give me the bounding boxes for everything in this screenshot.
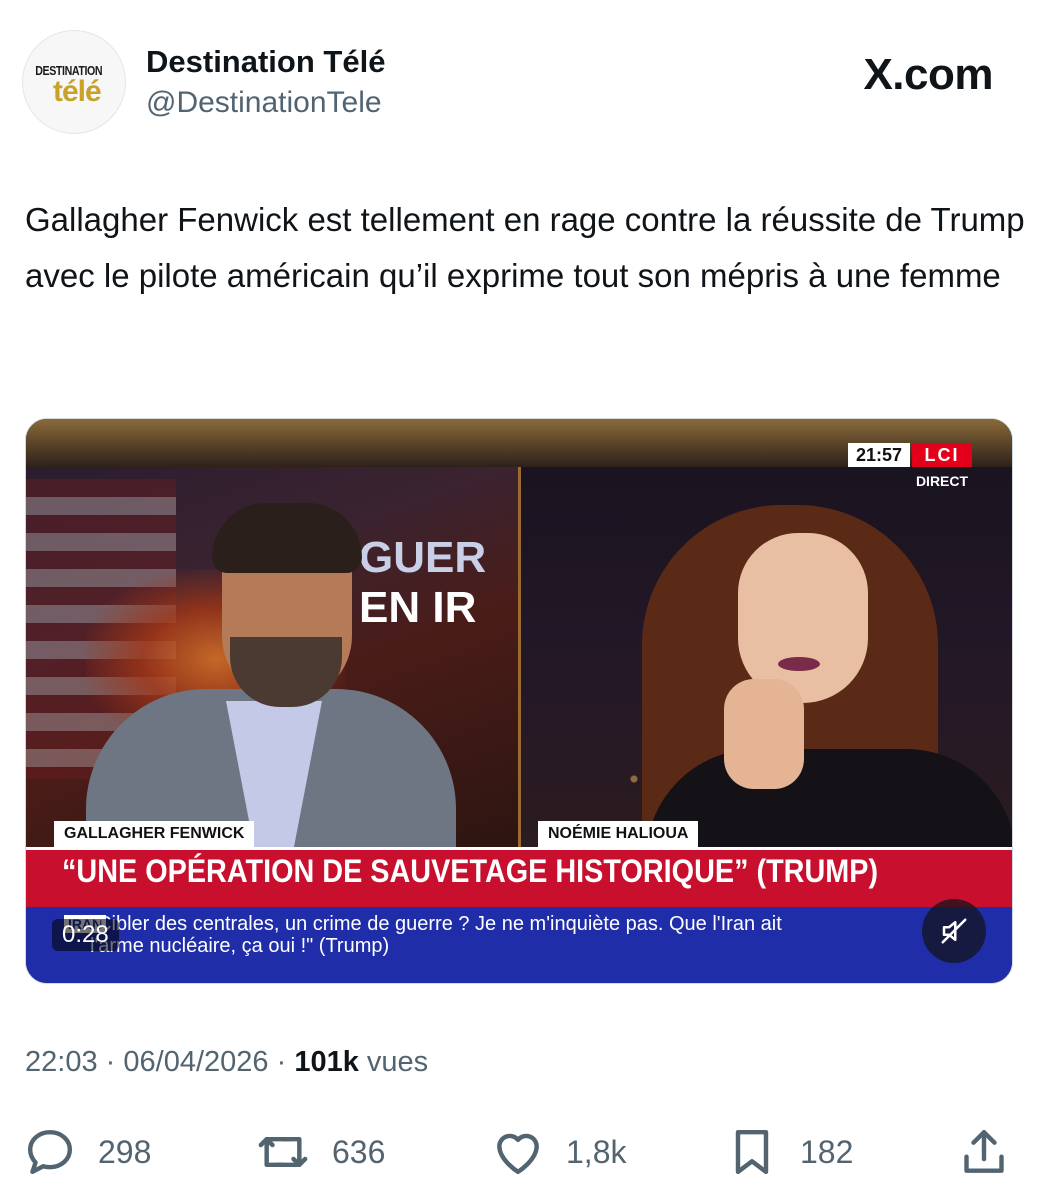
views-label: vues <box>366 1046 429 1078</box>
subtitle-text: "Cibler des centrales, un crime de guerr… <box>90 913 782 957</box>
video-player[interactable]: GUER EN IR 21:57 LCI DIRECT GALLAGHER FE… <box>25 418 1013 984</box>
name-tag-right: NOÉMIE HALIOUA <box>538 821 699 847</box>
bookmark-count: 182 <box>800 1133 854 1170</box>
action-bar: 298 636 1,8k 182 <box>0 1122 1037 1182</box>
share-button[interactable] <box>956 1122 1012 1182</box>
avatar[interactable]: DESTINATION télé <box>22 30 126 134</box>
reply-icon <box>27 1129 73 1175</box>
channel-logo: LCI <box>912 443 972 467</box>
studio-screen-title-line2: EN IR <box>359 583 477 632</box>
repost-icon <box>258 1136 308 1168</box>
guest-right-face <box>738 533 868 703</box>
guest-right-lips <box>778 657 820 671</box>
display-name[interactable]: Destination Télé <box>146 44 385 80</box>
guest-left-hair <box>212 503 362 573</box>
tweet-meta: 22:03 · 06/04/2026 · 101k vues <box>25 1046 428 1079</box>
avatar-logo-bottom: télé <box>53 75 102 108</box>
studio-screen-title-line1: GUER <box>359 533 487 582</box>
heart-icon <box>497 1133 539 1175</box>
like-count: 1,8k <box>566 1133 627 1170</box>
live-label: DIRECT <box>915 473 969 489</box>
broadcast-clock: 21:57 <box>848 443 910 467</box>
reply-button[interactable]: 298 <box>22 1122 151 1182</box>
tweet-text: Gallagher Fenwick est tellement en rage … <box>25 201 1025 294</box>
repost-button[interactable]: 636 <box>254 1122 385 1182</box>
share-icon <box>964 1129 1004 1173</box>
views-count: 101k <box>294 1046 359 1078</box>
studio-screen-title: GUER EN IR <box>359 533 519 633</box>
bookmark-icon <box>735 1129 769 1175</box>
speaker-muted-icon <box>941 918 967 944</box>
name-tag-left: GALLAGHER FENWICK <box>54 821 255 847</box>
guest-right-hand <box>724 679 804 789</box>
tweet-date[interactable]: 06/04/2026 <box>123 1046 268 1078</box>
bookmark-button[interactable]: 182 <box>724 1122 853 1182</box>
video-split-divider <box>518 467 521 867</box>
like-button[interactable]: 1,8k <box>490 1122 626 1182</box>
meta-separator: · <box>276 1046 287 1078</box>
mute-button[interactable] <box>922 899 986 963</box>
video-timestamp: 0:28 <box>52 919 119 951</box>
headline-text: “UNE OPÉRATION DE SAUVETAGE HISTORIQUE” … <box>62 853 879 889</box>
tweet-time[interactable]: 22:03 <box>25 1046 98 1078</box>
meta-separator: · <box>105 1046 116 1078</box>
user-handle[interactable]: @DestinationTele <box>146 86 382 120</box>
reply-count: 298 <box>98 1133 152 1170</box>
repost-count: 636 <box>332 1133 386 1170</box>
source-site-label: X.com <box>863 50 993 99</box>
